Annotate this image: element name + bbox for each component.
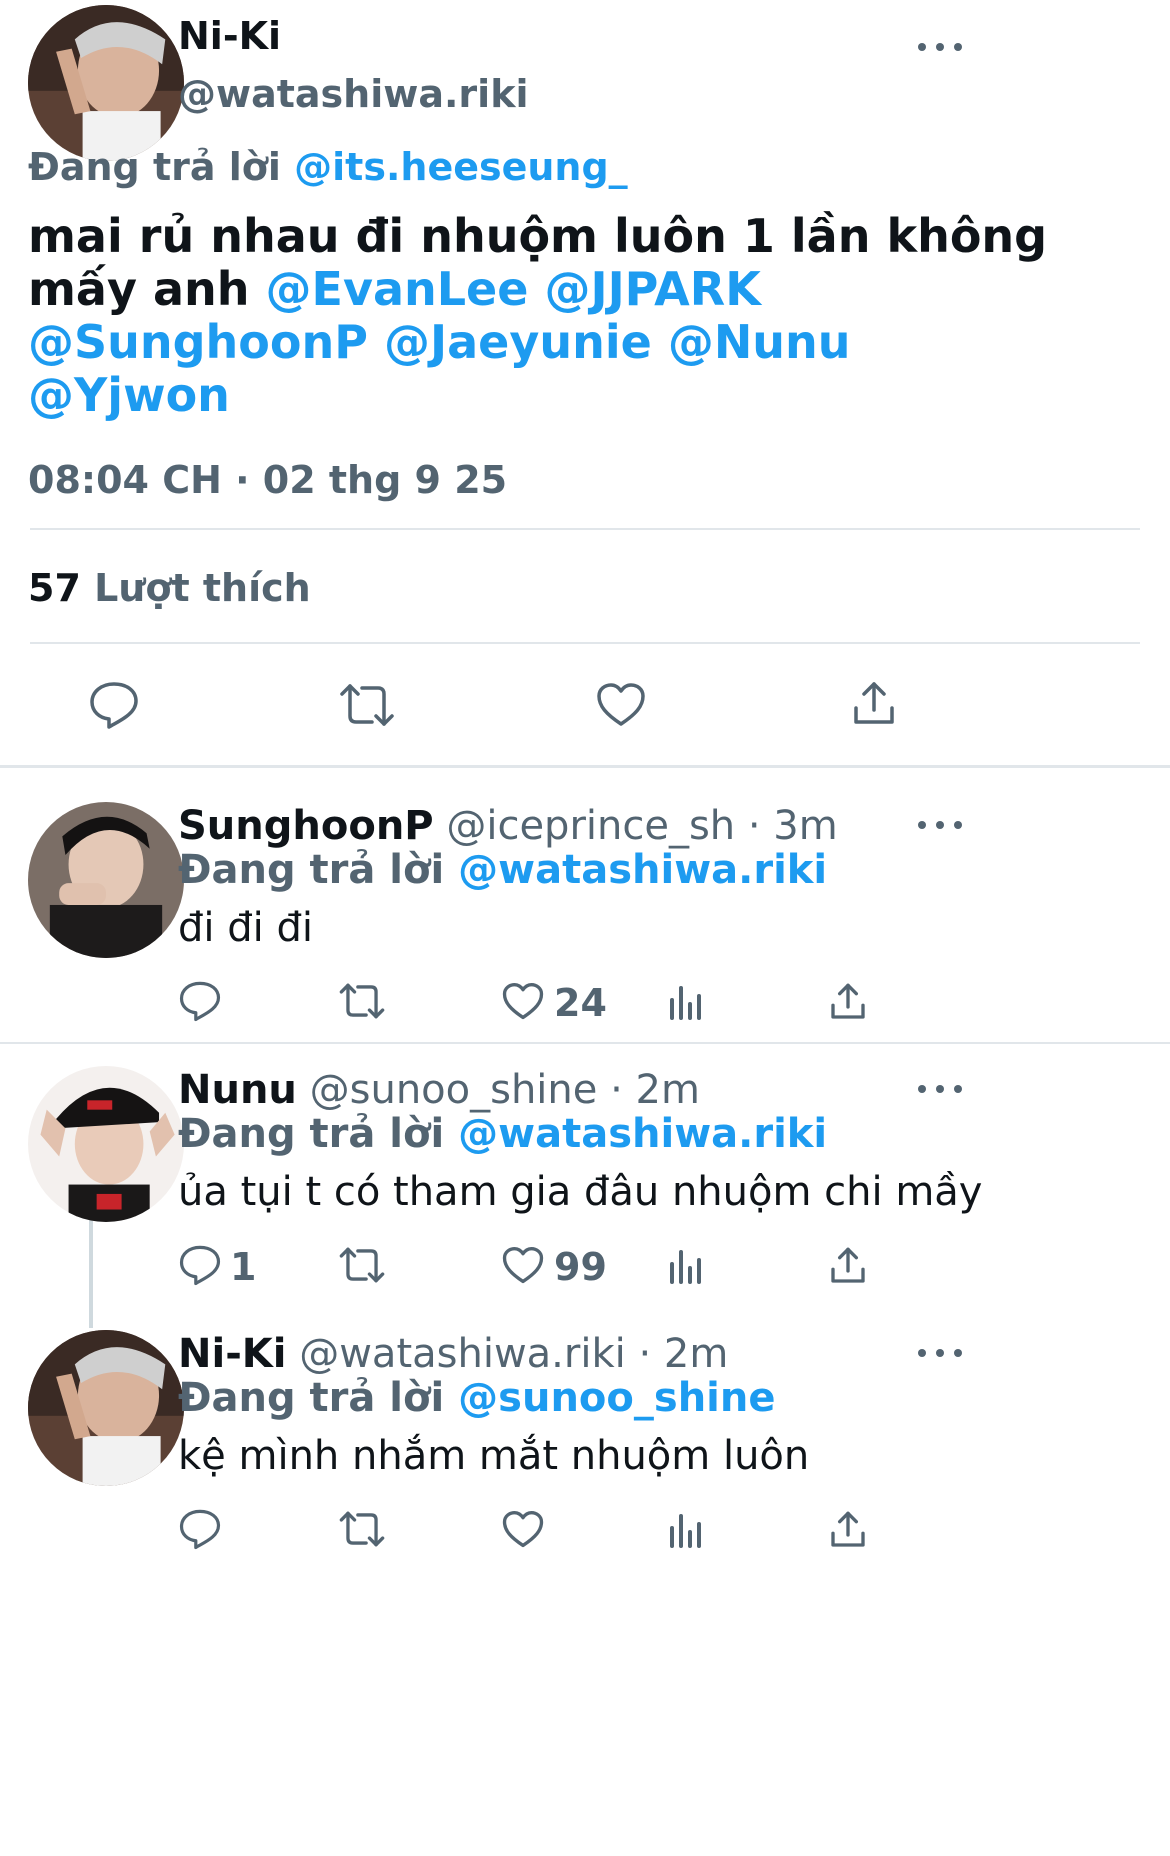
retweet-icon[interactable] xyxy=(338,1510,386,1548)
replying-to-link[interactable]: @its.heeseung_ xyxy=(294,145,628,189)
reply2-avatar[interactable] xyxy=(28,1066,184,1222)
comment-bubble-icon[interactable] xyxy=(178,980,222,1022)
reply1-header: SunghoonP @iceprince_sh · 3m xyxy=(178,802,838,850)
replying-label: Đang trả lời xyxy=(178,847,445,893)
share-upload-icon[interactable] xyxy=(828,1510,868,1550)
reply1-time[interactable]: · 3m xyxy=(748,803,838,849)
reply1-text: đi đi đi xyxy=(178,905,313,951)
likes-label: Lượt thích xyxy=(94,566,311,610)
comment-bubble-icon[interactable] xyxy=(88,680,140,730)
main-more-icon[interactable] xyxy=(918,37,962,57)
section-divider xyxy=(0,1042,1170,1044)
replying-to-link[interactable]: @watashiwa.riki xyxy=(458,1111,827,1157)
retweet-icon[interactable] xyxy=(338,982,386,1020)
reply2-time[interactable]: · 2m xyxy=(610,1067,700,1113)
comment-bubble-icon[interactable] xyxy=(178,1508,222,1550)
reply1-avatar[interactable] xyxy=(28,802,184,958)
likes-count: 57 xyxy=(28,566,81,610)
divider xyxy=(30,642,1140,644)
reply2-text: ủa tụi t có tham gia đâu nhuộm chi mầy xyxy=(178,1169,983,1215)
likes-summary[interactable]: 57 Lượt thích xyxy=(28,566,311,610)
reply2-reply-count: 1 xyxy=(230,1245,257,1289)
retweet-icon[interactable] xyxy=(338,682,396,728)
reply1-like-count: 24 xyxy=(554,981,607,1025)
reply2-like-count: 99 xyxy=(554,1245,607,1289)
reply2-handle[interactable]: @sunoo_shine xyxy=(310,1067,598,1113)
share-upload-icon[interactable] xyxy=(828,982,868,1022)
reply1-handle[interactable]: @iceprince_sh xyxy=(446,803,735,849)
reply3-author-name[interactable]: Ni-Ki xyxy=(178,1331,287,1377)
reply3-time[interactable]: · 2m xyxy=(638,1331,728,1377)
main-replying-to: Đang trả lời @its.heeseung_ xyxy=(28,145,628,189)
mention-sunghoonp[interactable]: @SunghoonP xyxy=(28,315,368,369)
mention-evanlee[interactable]: @EvanLee xyxy=(266,262,529,316)
reply2-replying-to: Đang trả lời @watashiwa.riki xyxy=(178,1110,827,1158)
reply2-more-icon[interactable] xyxy=(918,1079,962,1099)
mention-nunu[interactable]: @Nunu xyxy=(668,315,851,369)
main-author-handle[interactable]: @watashiwa.riki xyxy=(178,72,529,116)
reply3-more-icon[interactable] xyxy=(918,1343,962,1363)
reply1-replying-to: Đang trả lời @watashiwa.riki xyxy=(178,846,827,894)
reply3-avatar[interactable] xyxy=(28,1330,184,1486)
heart-icon[interactable] xyxy=(502,982,544,1021)
analytics-bars-icon[interactable] xyxy=(668,984,704,1020)
mention-jaeyunie[interactable]: @Jaeyunie xyxy=(384,315,652,369)
comment-bubble-icon[interactable] xyxy=(178,1244,222,1286)
reply3-handle[interactable]: @watashiwa.riki xyxy=(299,1331,626,1377)
replying-label: Đang trả lời xyxy=(28,145,281,189)
main-author-avatar[interactable] xyxy=(28,5,184,161)
share-upload-icon[interactable] xyxy=(828,1246,868,1286)
replying-to-link[interactable]: @watashiwa.riki xyxy=(458,847,827,893)
heart-icon[interactable] xyxy=(502,1246,544,1285)
divider xyxy=(30,528,1140,530)
replying-label: Đang trả lời xyxy=(178,1111,445,1157)
share-upload-icon[interactable] xyxy=(850,680,898,728)
tweet-timestamp[interactable]: 08:04 CH · 02 thg 9 25 xyxy=(28,458,507,502)
mention-jjpark[interactable]: @JJPARK xyxy=(544,262,760,316)
replying-label: Đang trả lời xyxy=(178,1375,445,1421)
reply2-author-name[interactable]: Nunu xyxy=(178,1067,297,1113)
heart-icon[interactable] xyxy=(596,682,646,728)
heart-icon[interactable] xyxy=(502,1510,544,1549)
reply3-header: Ni-Ki @watashiwa.riki · 2m xyxy=(178,1330,728,1378)
main-tweet-text: mai rủ nhau đi nhuộm luôn 1 lần không mấ… xyxy=(28,210,1158,422)
main-author-name[interactable]: Ni-Ki xyxy=(178,14,281,58)
analytics-bars-icon[interactable] xyxy=(668,1512,704,1548)
reply3-replying-to: Đang trả lời @sunoo_shine xyxy=(178,1374,775,1422)
mention-yjwon[interactable]: @Yjwon xyxy=(28,368,230,422)
replying-to-link[interactable]: @sunoo_shine xyxy=(458,1375,775,1421)
analytics-bars-icon[interactable] xyxy=(668,1248,704,1284)
reply1-author-name[interactable]: SunghoonP xyxy=(178,803,434,849)
reply2-header: Nunu @sunoo_shine · 2m xyxy=(178,1066,700,1114)
reply3-text: kệ mình nhắm mắt nhuộm luôn xyxy=(178,1433,810,1479)
tweet-text-line1: mai rủ nhau đi nhuộm luôn 1 lần không xyxy=(28,209,1048,263)
tweet-text-plain: mấy anh xyxy=(28,262,250,316)
reply1-more-icon[interactable] xyxy=(918,815,962,835)
section-divider xyxy=(0,765,1170,768)
retweet-icon[interactable] xyxy=(338,1246,386,1284)
